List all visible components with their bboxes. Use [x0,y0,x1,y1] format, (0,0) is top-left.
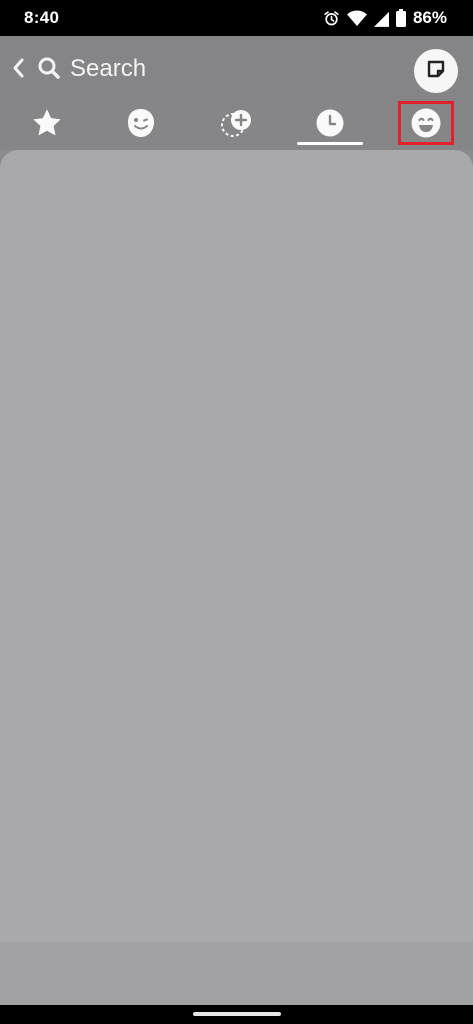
panel-footer [0,942,473,1005]
wifi-icon [346,10,367,27]
status-time: 8:40 [24,8,60,27]
search-input[interactable]: Search [70,55,146,83]
back-arrow-icon[interactable] [10,56,28,80]
battery-icon [395,9,406,27]
battery-percent: 86% [412,8,447,27]
bitmoji-face-icon [125,107,157,144]
star-icon [31,108,63,143]
selected-tab-indicator [297,142,363,145]
sticker-panel [0,150,473,1005]
status-bar: 8:40 86% [0,0,473,36]
status-icons: 86% [323,8,447,28]
alarm-icon [323,10,340,27]
signal-icon [373,10,389,27]
search-header: Search [0,36,473,102]
highlight-annotation [398,101,454,145]
search-icon[interactable] [37,56,61,80]
home-gesture-pill[interactable] [193,1012,281,1016]
tab-cameo[interactable] [202,102,272,148]
sticker-button[interactable] [414,49,458,93]
tab-bitmoji[interactable] [106,102,176,148]
add-cameo-icon [219,107,255,144]
sticker-icon [425,58,447,85]
tab-favorites[interactable] [12,102,82,148]
clock-icon [315,108,345,143]
